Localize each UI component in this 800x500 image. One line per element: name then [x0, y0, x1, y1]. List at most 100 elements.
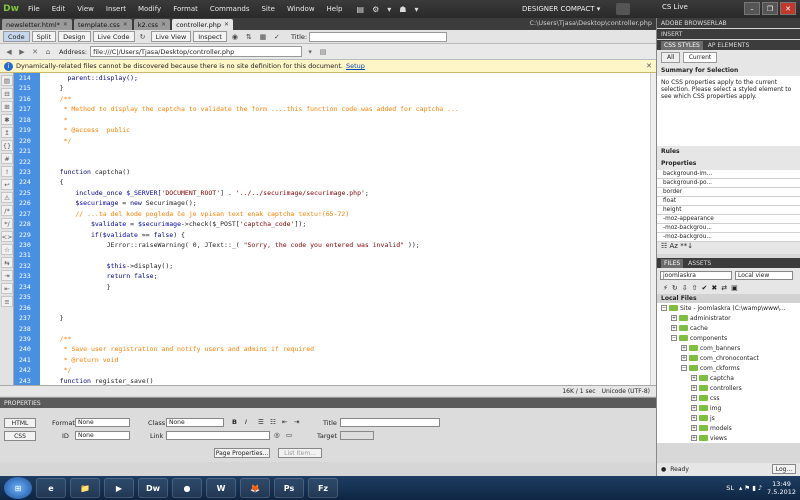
view-select[interactable]: Local view [735, 270, 793, 280]
class-select[interactable]: None [166, 418, 224, 427]
alpha-view-icon[interactable]: Az [670, 242, 678, 250]
tab-close-icon[interactable]: ✕ [224, 21, 229, 28]
file-tree-row[interactable]: + img [657, 403, 800, 413]
title-prop-input[interactable] [340, 418, 440, 427]
html-mode-button[interactable]: HTML [4, 418, 36, 428]
site-dropdown-icon[interactable]: ▾ [410, 5, 422, 14]
link-input[interactable] [166, 431, 270, 440]
point-to-file-icon[interactable]: ◎ [274, 431, 280, 439]
firefox-icon[interactable]: 🦊 [240, 478, 270, 498]
layout-icon[interactable]: ▤ [353, 5, 369, 14]
file-tree-row[interactable]: − Site - joomlaskra (C:\wamp\www\... [657, 303, 800, 313]
css-property-row[interactable]: border [657, 188, 800, 197]
address-input[interactable]: file:///C|/Users/Tjasa/Desktop/controlle… [90, 46, 303, 57]
menu-window[interactable]: Window [281, 5, 321, 13]
live-view-button[interactable]: Live View [150, 31, 192, 42]
forward-icon[interactable]: ▶ [17, 47, 27, 57]
format-source-icon[interactable]: ≡ [1, 296, 13, 307]
tab-close-icon[interactable]: ✕ [123, 21, 128, 28]
design-view-button[interactable]: Design [58, 31, 91, 42]
extend-icon[interactable]: ⚙ [368, 5, 383, 14]
live-code-button[interactable]: Live Code [92, 31, 135, 42]
live-view-options-icon[interactable]: ▤ [318, 47, 328, 57]
css-property-row[interactable]: -moz-appearance [657, 215, 800, 224]
connect-icon[interactable]: ⚡ [663, 284, 668, 292]
media-player-icon[interactable]: ▶ [104, 478, 134, 498]
site-icon[interactable]: ☗ [395, 5, 410, 14]
file-tree-row[interactable]: − components [657, 333, 800, 343]
line-numbers-icon[interactable]: # [1, 153, 13, 164]
get-files-icon[interactable]: ⇩ [682, 284, 688, 292]
back-icon[interactable]: ◀ [4, 47, 14, 57]
expand-icon[interactable]: + [691, 425, 697, 431]
menu-file[interactable]: File [22, 5, 46, 13]
check-in-icon[interactable]: ✖ [711, 284, 717, 292]
setup-link[interactable]: Setup [346, 62, 365, 70]
css-mode-button[interactable]: CSS [4, 431, 36, 441]
clock[interactable]: 13:49 7.5.2012 [767, 480, 796, 496]
file-tree-row[interactable]: + css [657, 393, 800, 403]
expand-icon[interactable]: + [671, 325, 677, 331]
file-tree-row[interactable]: + controllers [657, 383, 800, 393]
menu-format[interactable]: Format [167, 5, 204, 13]
expand-icon[interactable]: ▣ [731, 284, 738, 292]
menu-commands[interactable]: Commands [204, 5, 256, 13]
collapse-icon[interactable]: − [671, 335, 677, 341]
highlight-invalid-icon[interactable]: ! [1, 166, 13, 177]
dreamweaver-icon[interactable]: Dw [138, 478, 168, 498]
info-close-icon[interactable]: ✕ [646, 62, 652, 70]
start-button[interactable]: ⊞ [4, 477, 32, 499]
tab-all[interactable]: All [661, 52, 681, 63]
css-property-row[interactable]: float [657, 197, 800, 206]
outdent-icon[interactable]: ⇤ [282, 418, 287, 426]
indent-code-icon[interactable]: ⇥ [1, 270, 13, 281]
close-button[interactable]: ✕ [780, 2, 796, 15]
language-indicator[interactable]: SL [726, 484, 734, 492]
target-select[interactable] [340, 431, 374, 440]
expand-icon[interactable]: + [671, 315, 677, 321]
css-property-row[interactable]: -moz-backgrou... [657, 233, 800, 242]
inspect-button[interactable]: Inspect [193, 31, 227, 42]
ie-icon[interactable]: e [36, 478, 66, 498]
menu-insert[interactable]: Insert [100, 5, 132, 13]
log-button[interactable]: Log... [772, 464, 796, 474]
expand-icon[interactable]: + [691, 415, 697, 421]
expand-icon[interactable]: + [681, 345, 687, 351]
properties-label[interactable]: Properties [657, 158, 800, 170]
doc-tab[interactable]: k2.css ✕ [133, 19, 171, 30]
collapse-tag-icon[interactable]: ⊟ [1, 88, 13, 99]
file-tree-row[interactable]: + js [657, 413, 800, 423]
recent-snippets-icon[interactable]: ☆ [1, 244, 13, 255]
balance-braces-icon[interactable]: {} [1, 140, 13, 151]
doc-tab[interactable]: controller.php ✕ [172, 19, 233, 30]
file-tree-row[interactable]: + models [657, 423, 800, 433]
site-select[interactable]: joomlaskra [660, 270, 732, 280]
move-css-icon[interactable]: ⇆ [1, 257, 13, 268]
file-tree-row[interactable]: + com_chronocontact [657, 353, 800, 363]
browserlab-header[interactable]: ADOBE BROWSERLAB [657, 18, 800, 28]
help-search-input[interactable] [616, 3, 630, 15]
put-files-icon[interactable]: ⇧ [692, 284, 698, 292]
extend-dropdown-icon[interactable]: ▾ [383, 5, 395, 14]
set-props-icon[interactable]: **↓ [680, 242, 693, 250]
syntax-error-icon[interactable]: ⚠ [1, 192, 13, 203]
refresh-files-icon[interactable]: ↻ [672, 284, 678, 292]
menu-edit[interactable]: Edit [46, 5, 72, 13]
remove-comment-icon[interactable]: */ [1, 218, 13, 229]
collapse-icon[interactable]: − [681, 365, 687, 371]
word-wrap-icon[interactable]: ↩ [1, 179, 13, 190]
outdent-code-icon[interactable]: ⇤ [1, 283, 13, 294]
file-tree-row[interactable]: + views [657, 433, 800, 443]
expand-icon[interactable]: + [691, 405, 697, 411]
doc-tab[interactable]: template.css ✕ [73, 19, 132, 30]
css-property-row[interactable]: background-im... [657, 170, 800, 179]
explorer-icon[interactable]: 📁 [70, 478, 100, 498]
tab-close-icon[interactable]: ✕ [63, 21, 68, 28]
menu-help[interactable]: Help [321, 5, 349, 13]
expand-icon[interactable]: + [691, 395, 697, 401]
menu-site[interactable]: Site [255, 5, 280, 13]
sync-icon[interactable]: ⇄ [721, 284, 727, 292]
collapse-icon[interactable]: − [661, 305, 667, 311]
title-input[interactable] [309, 31, 448, 42]
expand-all-icon[interactable]: ✱ [1, 114, 13, 125]
